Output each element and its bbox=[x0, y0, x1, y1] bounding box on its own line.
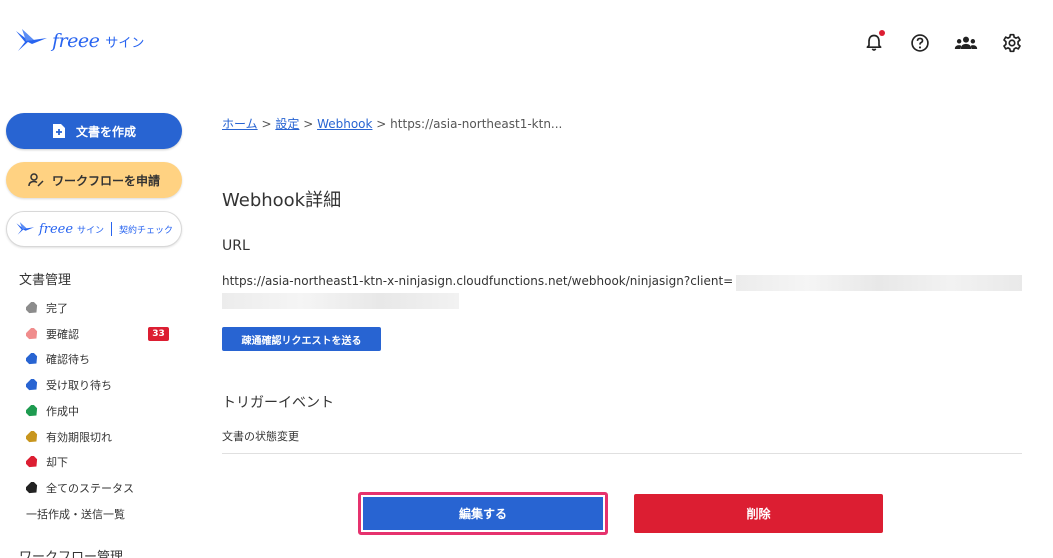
help-button[interactable] bbox=[897, 28, 943, 58]
sidebar-item-rejected[interactable]: 却下 bbox=[26, 451, 186, 473]
sidebar-item-label: 全てのステータス bbox=[46, 482, 134, 495]
url-label: URL bbox=[222, 238, 250, 254]
bell-icon bbox=[866, 34, 882, 51]
sidebar-item-drafting[interactable]: 作成中 bbox=[26, 400, 186, 422]
tag-blue-icon bbox=[26, 352, 38, 364]
sidebar-item-label: 却下 bbox=[46, 456, 68, 469]
breadcrumb-webhook-link[interactable]: Webhook bbox=[317, 117, 372, 131]
sidebar-item-awaiting-review[interactable]: 確認待ち bbox=[26, 348, 186, 370]
bird-logo-icon bbox=[16, 29, 47, 51]
sidebar-item-bulk-list[interactable]: 一括作成・送信一覧 bbox=[26, 503, 186, 525]
sidebar-item-all-statuses[interactable]: 全てのステータス bbox=[26, 477, 186, 499]
sidebar-item-label: 要確認 bbox=[46, 328, 79, 341]
send-test-request-button[interactable]: 疎通確認リクエストを送る bbox=[222, 327, 381, 351]
tag-black-icon bbox=[26, 481, 38, 493]
tag-blue-icon bbox=[26, 378, 38, 390]
doc-management-title: 文書管理 bbox=[19, 273, 72, 288]
help-icon bbox=[911, 34, 929, 52]
header-icon-bar bbox=[851, 28, 1035, 58]
new-document-icon bbox=[52, 124, 65, 138]
logo-brand-text: freee bbox=[52, 30, 100, 52]
bird-logo-small-icon bbox=[16, 222, 35, 235]
tag-red-icon bbox=[26, 455, 38, 467]
breadcrumb: ホーム > 設定 > Webhook > https://asia-northe… bbox=[222, 115, 562, 132]
sidebar-item-expired[interactable]: 有効期限切れ bbox=[26, 426, 186, 448]
contract-check-label: 契約チェック bbox=[119, 225, 174, 236]
contract-check-button[interactable]: freee サイン 契約チェック bbox=[6, 211, 182, 247]
freee-sign-logo[interactable]: freee サイン bbox=[14, 26, 144, 56]
check-sub-text: サイン bbox=[77, 225, 105, 236]
redacted-url-part-2 bbox=[222, 293, 459, 309]
team-icon bbox=[954, 36, 978, 49]
sidebar-item-label: 一括作成・送信一覧 bbox=[26, 508, 125, 521]
breadcrumb-current: https://asia-northeast1-ktn... bbox=[390, 117, 563, 131]
notification-dot bbox=[879, 30, 885, 36]
page-title: Webhook詳細 bbox=[222, 190, 342, 211]
delete-button[interactable]: 削除 bbox=[634, 494, 883, 533]
breadcrumb-separator: > bbox=[376, 117, 391, 131]
tag-green-icon bbox=[26, 404, 38, 416]
gear-icon bbox=[1003, 33, 1021, 53]
trigger-event-label: トリガーイベント bbox=[222, 395, 334, 411]
edit-button[interactable]: 編集する bbox=[358, 492, 608, 535]
sidebar-item-label: 完了 bbox=[46, 302, 68, 315]
workflow-management-title: ワークフロー管理 bbox=[19, 550, 124, 558]
check-divider bbox=[111, 222, 113, 236]
sidebar-item-label: 作成中 bbox=[46, 405, 79, 418]
sidebar-item-completed[interactable]: 完了 bbox=[26, 297, 186, 319]
create-document-button[interactable]: 文書を作成 bbox=[6, 113, 182, 149]
sidebar-item-label: 有効期限切れ bbox=[46, 431, 112, 444]
settings-button[interactable] bbox=[989, 28, 1035, 58]
sidebar-item-label: 確認待ち bbox=[46, 353, 90, 366]
sidebar-item-needs-review[interactable]: 要確認 33 bbox=[26, 323, 186, 345]
breadcrumb-settings-link[interactable]: 設定 bbox=[275, 117, 299, 131]
section-divider bbox=[222, 453, 1022, 454]
breadcrumb-separator: > bbox=[261, 117, 276, 131]
breadcrumb-separator: > bbox=[303, 117, 318, 131]
sidebar-item-label: 受け取り待ち bbox=[46, 379, 112, 392]
tag-pink-icon bbox=[26, 327, 38, 339]
team-button[interactable] bbox=[943, 28, 989, 58]
check-brand-text: freee bbox=[38, 221, 74, 237]
apply-workflow-button[interactable]: ワークフローを申請 bbox=[6, 162, 182, 198]
breadcrumb-home-link[interactable]: ホーム bbox=[222, 117, 258, 131]
tag-orange-icon bbox=[26, 430, 38, 442]
needs-review-count-badge: 33 bbox=[148, 327, 169, 341]
apply-workflow-label: ワークフローを申請 bbox=[51, 173, 160, 188]
redacted-url-part-1 bbox=[736, 275, 1022, 291]
person-edit-icon bbox=[28, 173, 44, 187]
create-document-label: 文書を作成 bbox=[75, 124, 136, 139]
trigger-event-value: 文書の状態変更 bbox=[222, 430, 299, 443]
webhook-url-value: https://asia-northeast1-ktn-x-ninjasign.… bbox=[222, 274, 734, 288]
tag-gray-icon bbox=[26, 301, 38, 313]
logo-sub-text: サイン bbox=[105, 35, 145, 51]
edit-button-label: 編集する bbox=[363, 497, 603, 530]
notifications-button[interactable] bbox=[851, 28, 897, 58]
sidebar-item-awaiting-receipt[interactable]: 受け取り待ち bbox=[26, 374, 186, 396]
